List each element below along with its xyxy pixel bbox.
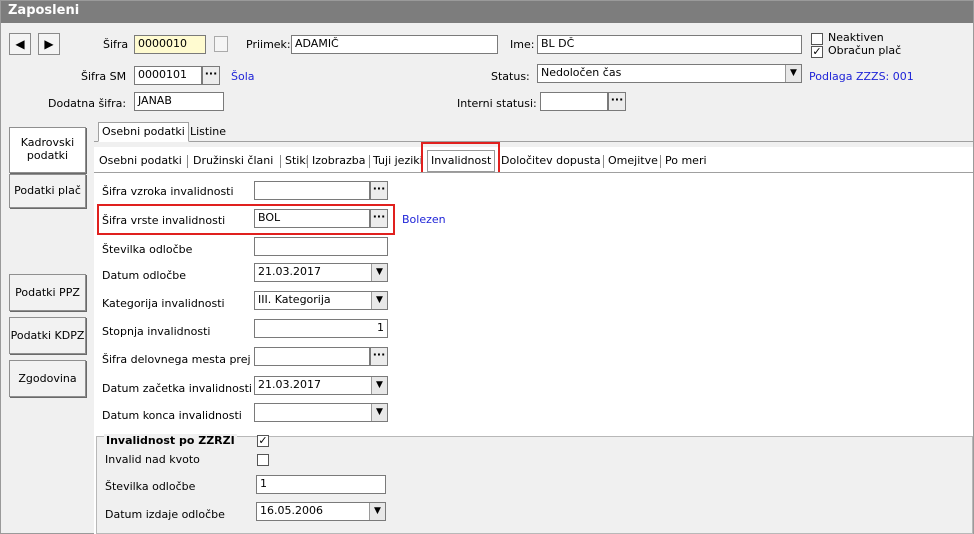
zzrzi-group xyxy=(96,436,973,534)
odlocba-field[interactable] xyxy=(254,237,388,256)
obracun-label: Obračun plač xyxy=(828,44,902,57)
dodatna-sifra-field[interactable]: JANAB xyxy=(134,92,224,111)
sidebar-kadrovski-line1: Kadrovski xyxy=(20,136,75,149)
subtab-osebni-podatki[interactable]: Osebni podatki xyxy=(96,152,185,171)
tab-listine[interactable]: Listine xyxy=(187,123,229,142)
sidebar-podatki-plac[interactable]: Podatki plač xyxy=(9,174,86,208)
neaktiven-label: Neaktiven xyxy=(828,31,884,44)
ime-field[interactable]: BL DČ xyxy=(537,35,802,54)
zacetek-picker[interactable]: 21.03.2017 ▼ xyxy=(254,376,388,395)
vzrok-lookup-button[interactable]: ··· xyxy=(370,181,388,200)
zzrzi-odlocba-label: Številka odločbe xyxy=(105,480,196,493)
vrsta-description-link[interactable]: Bolezen xyxy=(402,213,446,226)
refresh-icon[interactable] xyxy=(214,36,228,52)
kategorija-label: Kategorija invalidnosti xyxy=(102,297,225,310)
zzrzi-odlocba-field[interactable]: 1 xyxy=(256,475,386,494)
obracun-checkbox[interactable]: ✓ xyxy=(811,46,823,58)
stopnja-field[interactable]: 1 xyxy=(254,319,388,338)
status-select[interactable]: Nedoločen čas ▼ xyxy=(537,64,802,83)
chevron-down-icon[interactable]: ▼ xyxy=(371,264,387,281)
tab-osebni-podatki[interactable]: Osebni podatki xyxy=(98,122,189,142)
vzrok-field[interactable] xyxy=(254,181,370,200)
datum-izdaje-label: Datum izdaje odločbe xyxy=(105,508,225,521)
stopnja-label: Stopnja invalidnosti xyxy=(102,325,211,338)
priimek-label: Priimek: xyxy=(246,38,291,51)
vzrok-label: Šifra vzroka invalidnosti xyxy=(102,185,234,198)
employee-window: Zaposleni ◀ ▶ Šifra 0000010 Priimek: ADA… xyxy=(0,0,974,534)
chevron-down-icon[interactable]: ▼ xyxy=(371,292,387,309)
delovno-mesto-field[interactable] xyxy=(254,347,370,366)
chevron-down-icon[interactable]: ▼ xyxy=(371,377,387,394)
sifra-sm-field[interactable]: 0000101 xyxy=(134,66,202,85)
chevron-down-icon[interactable]: ▼ xyxy=(369,503,385,520)
datum-izdaje-picker[interactable]: 16.05.2006 ▼ xyxy=(256,502,386,521)
zacetek-label: Datum začetka invalidnosti xyxy=(102,382,252,395)
chevron-down-icon[interactable]: ▼ xyxy=(371,404,387,421)
sifra-sm-label: Šifra SM xyxy=(81,70,127,83)
sidebar-kadrovski-line2: podatki xyxy=(26,149,69,162)
status-value: Nedoločen čas xyxy=(541,66,622,79)
arrow-left-icon: ◀ xyxy=(15,37,25,51)
datum-odlocbe-value: 21.03.2017 xyxy=(258,265,321,278)
subtab-po-meri[interactable]: Po meri xyxy=(662,152,710,171)
nad-kvoto-checkbox[interactable] xyxy=(257,454,269,466)
priimek-field[interactable]: ADAMIČ xyxy=(291,35,498,54)
podlaga-link[interactable]: Podlaga ZZZS: 001 xyxy=(809,70,914,83)
subtab-izobrazba[interactable]: Izobrazba xyxy=(309,152,369,171)
kategorija-select[interactable]: III. Kategorija ▼ xyxy=(254,291,388,310)
sidebar-zgodovina[interactable]: Zgodovina xyxy=(9,360,86,397)
sifra-field[interactable]: 0000010 xyxy=(134,35,206,54)
prev-record-button[interactable]: ◀ xyxy=(9,33,31,55)
odlocba-label: Številka odločbe xyxy=(102,243,193,256)
zacetek-value: 21.03.2017 xyxy=(258,378,321,391)
sm-link[interactable]: Šola xyxy=(231,70,255,83)
kategorija-value: III. Kategorija xyxy=(258,293,331,306)
sidebar-kadrovski-podatki[interactable]: Kadrovski podatki xyxy=(9,127,86,173)
dodatna-sifra-label: Dodatna šifra: xyxy=(48,97,127,110)
window-title: Zaposleni xyxy=(1,1,973,23)
konec-picker[interactable]: ▼ xyxy=(254,403,388,422)
delovno-mesto-lookup-button[interactable]: ··· xyxy=(370,347,388,366)
interni-statusi-lookup-button[interactable]: ··· xyxy=(608,92,626,111)
invalidnost-tab-highlight xyxy=(421,142,500,176)
next-record-button[interactable]: ▶ xyxy=(38,33,60,55)
nad-kvoto-label: Invalid nad kvoto xyxy=(105,453,200,466)
status-label: Status: xyxy=(491,70,530,83)
sifra-label: Šifra xyxy=(103,38,129,51)
delovno-mesto-label: Šifra delovnega mesta prej xyxy=(102,353,251,366)
ime-label: Ime: xyxy=(510,38,535,51)
sidebar-podatki-kdpz[interactable]: Podatki KDPZ xyxy=(9,317,86,354)
subtab-druzinski-clani[interactable]: Družinski člani xyxy=(190,152,276,171)
arrow-right-icon: ▶ xyxy=(44,37,54,51)
subtab-omejitve[interactable]: Omejitve xyxy=(605,152,661,171)
datum-izdaje-value: 16.05.2006 xyxy=(260,504,323,517)
vrsta-highlight xyxy=(97,204,395,235)
konec-label: Datum konca invalidnosti xyxy=(102,409,242,422)
datum-odlocbe-picker[interactable]: 21.03.2017 ▼ xyxy=(254,263,388,282)
interni-statusi-label: Interni statusi: xyxy=(457,97,537,110)
sifra-sm-lookup-button[interactable]: ··· xyxy=(202,66,220,85)
sidebar-podatki-ppz[interactable]: Podatki PPZ xyxy=(9,274,86,311)
subtab-tuji-jeziki[interactable]: Tuji jeziki xyxy=(370,152,426,171)
chevron-down-icon[interactable]: ▼ xyxy=(785,65,801,82)
zzrzi-title: Invalidnost po ZZRZI xyxy=(104,434,237,447)
datum-odlocbe-label: Datum odločbe xyxy=(102,269,187,282)
neaktiven-checkbox[interactable] xyxy=(811,33,823,45)
zzrzi-checkbox[interactable]: ✓ xyxy=(257,435,269,447)
subtab-dolocitev-dopusta[interactable]: Določitev dopusta xyxy=(498,152,604,171)
interni-statusi-field[interactable] xyxy=(540,92,608,111)
